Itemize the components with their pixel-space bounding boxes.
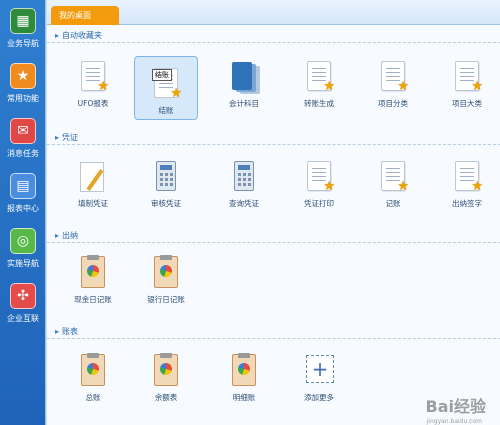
shortcut-project-class[interactable]: ★ 项目大类: [435, 50, 499, 114]
watermark: Bai经验: [425, 397, 486, 416]
sidebar-item-common-functions[interactable]: ★ 常用功能: [0, 55, 46, 110]
expand-triangle-icon: ▸: [55, 231, 60, 240]
hub-icon: ✣: [10, 283, 36, 309]
shortcut-ufo-report[interactable]: ★ UFO报表: [61, 50, 125, 114]
clipboard-chart-icon: [228, 353, 260, 388]
document-star-icon: ★: [377, 160, 409, 194]
report-icon: ▤: [10, 173, 36, 199]
shortcut-general-ledger[interactable]: 总账: [61, 344, 125, 408]
document-star-icon: ★: [377, 60, 409, 94]
expand-triangle-icon: ▸: [55, 327, 60, 336]
shortcut-print-voucher[interactable]: ★ 凭证打印: [287, 150, 351, 214]
document-star-icon: ★: [303, 160, 335, 194]
clipboard-chart-icon: [77, 353, 109, 388]
section-header-favorites[interactable]: ▸ 自动收藏夹: [47, 29, 500, 43]
desktop-panel: 我的桌面 ▸ 自动收藏夹 ★ UFO报表 ★ 结账 结账 会计科目 ★ 转账生成 ★ 项目分…: [46, 0, 500, 425]
pen-document-icon: [77, 160, 109, 194]
shortcut-cashier-sign[interactable]: ★ 出纳签字: [435, 150, 499, 214]
mail-icon: ✉: [10, 118, 36, 144]
clipboard-chart-icon: [150, 353, 182, 388]
sidebar-item-enterprise-connect[interactable]: ✣ 企业互联: [0, 275, 46, 330]
sidebar-item-implementation-nav[interactable]: ◎ 实施导航: [0, 220, 46, 275]
shortcut-close-account[interactable]: ★ 结账 结账: [134, 56, 198, 120]
clipboard-chart-icon: [77, 255, 109, 290]
report-document-icon: ★: [77, 60, 109, 94]
shortcut-transfer-generation[interactable]: ★ 转账生成: [287, 50, 351, 114]
shortcut-bank-journal[interactable]: 银行日记账: [134, 246, 198, 310]
section-header-ledgers[interactable]: ▸ 账表: [47, 325, 500, 339]
shortcut-fill-voucher[interactable]: 填制凭证: [61, 150, 125, 214]
document-star-icon: ★: [451, 60, 483, 94]
sidebar-item-message-tasks[interactable]: ✉ 消息任务: [0, 110, 46, 165]
compass-icon: ◎: [10, 228, 36, 254]
document-star-icon: ★: [451, 160, 483, 194]
expand-triangle-icon: ▸: [55, 31, 60, 40]
shortcut-bookkeeping[interactable]: ★ 记账: [361, 150, 425, 214]
document-star-icon: ★ 结账: [150, 67, 182, 101]
shortcut-account-subjects[interactable]: 会计科目: [212, 50, 276, 114]
section-header-cashier[interactable]: ▸ 出纳: [47, 229, 500, 243]
tooltip: 结账: [152, 69, 172, 81]
section-header-vouchers[interactable]: ▸ 凭证: [47, 131, 500, 145]
books-icon: [228, 60, 260, 94]
clipboard-chart-icon: [150, 255, 182, 290]
plus-icon: +: [303, 354, 335, 388]
sidebar-item-business-nav[interactable]: ▦ 业务导航: [0, 0, 46, 55]
expand-triangle-icon: ▸: [55, 133, 60, 142]
star-icon: ★: [10, 63, 36, 89]
shortcut-audit-voucher[interactable]: 审核凭证: [134, 150, 198, 214]
shortcut-query-voucher[interactable]: 查询凭证: [212, 150, 276, 214]
watermark-url: jingyan.baidu.com: [426, 418, 482, 425]
sidebar: ▦ 业务导航 ★ 常用功能 ✉ 消息任务 ▤ 报表中心 ◎ 实施导航 ✣ 企业互联: [0, 0, 46, 425]
calculator-icon: [228, 160, 260, 194]
shortcut-project-category[interactable]: ★ 项目分类: [361, 50, 425, 114]
shortcut-add-more[interactable]: + 添加更多: [287, 344, 351, 408]
shortcut-balance-sheet[interactable]: 余额表: [134, 344, 198, 408]
tab-bar: 我的桌面: [47, 0, 500, 25]
document-star-icon: ★: [303, 60, 335, 94]
shortcut-cash-journal[interactable]: 现金日记账: [61, 246, 125, 310]
sidebar-item-report-center[interactable]: ▤ 报表中心: [0, 165, 46, 220]
grid-icon: ▦: [10, 8, 36, 34]
tab-my-desktop[interactable]: 我的桌面: [51, 6, 119, 25]
shortcut-detail-ledger[interactable]: 明细账: [212, 344, 276, 408]
calculator-icon: [150, 160, 182, 194]
